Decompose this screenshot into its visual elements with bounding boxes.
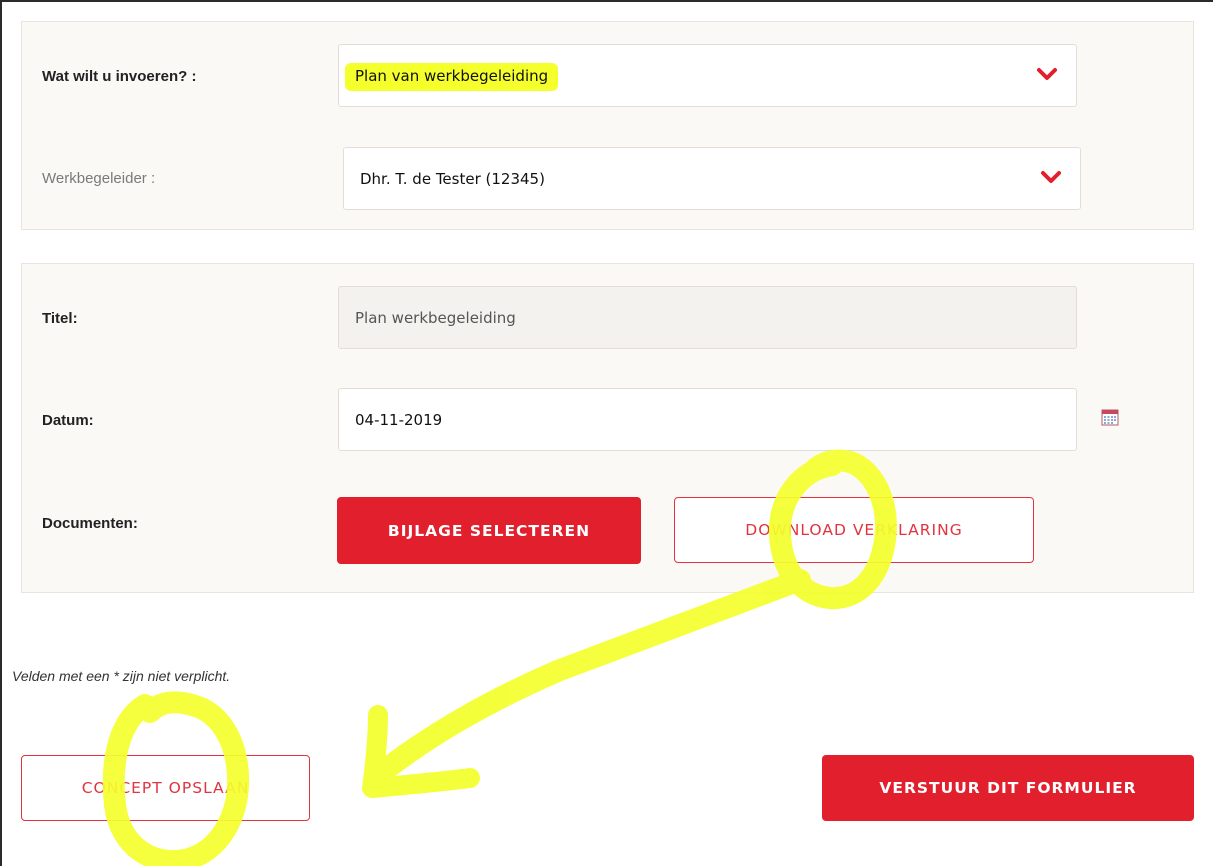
date-value: 04-11-2019 (355, 410, 443, 429)
chevron-down-icon (1041, 170, 1061, 183)
supervisor-label: Werkbegeleider : (42, 170, 156, 187)
entry-type-value: Plan van werkbegeleiding (345, 62, 559, 91)
date-label: Datum: (42, 412, 94, 429)
optional-fields-note: Velden met een * zijn niet verplicht. (12, 668, 231, 684)
annotation-arrow-shaft (374, 569, 811, 781)
documents-label: Documenten: (42, 515, 138, 532)
save-concept-button[interactable]: CONCEPT OPSLAAN (21, 755, 310, 821)
entry-type-value-wrap: Plan van werkbegeleiding (345, 62, 559, 91)
title-value: Plan werkbegeleiding (355, 308, 516, 327)
entry-type-label: Wat wilt u invoeren? : (42, 68, 197, 85)
annotation-arrow-head (362, 705, 480, 798)
window-border-top (0, 0, 1213, 2)
submit-form-button[interactable]: VERSTUUR DIT FORMULIER (822, 755, 1194, 821)
download-statement-button[interactable]: DOWNLOAD VERKLARING (674, 497, 1034, 563)
calendar-icon[interactable] (1101, 408, 1119, 426)
chevron-down-icon (1037, 67, 1057, 80)
title-label: Titel: (42, 310, 78, 327)
date-field[interactable]: 04-11-2019 (338, 388, 1077, 451)
window-border-left (0, 0, 2, 866)
select-attachment-button[interactable]: BIJLAGE SELECTEREN (337, 497, 641, 564)
supervisor-value: Dhr. T. de Tester (12345) (360, 169, 545, 188)
entry-type-select[interactable]: Plan van werkbegeleiding (338, 44, 1077, 107)
supervisor-select[interactable]: Dhr. T. de Tester (12345) (343, 147, 1081, 210)
title-field[interactable]: Plan werkbegeleiding (338, 286, 1077, 349)
